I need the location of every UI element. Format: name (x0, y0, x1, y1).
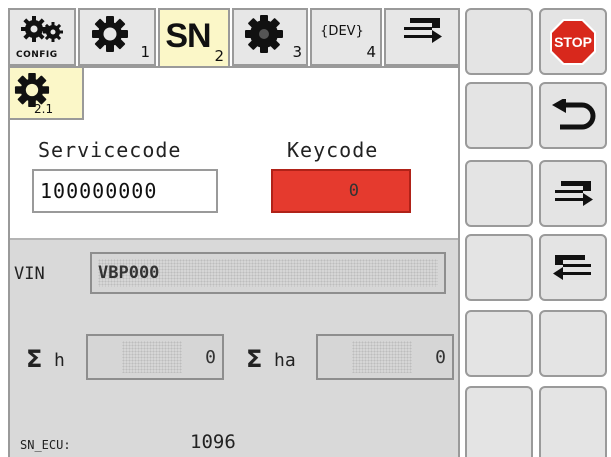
config-label: CONFIG (16, 50, 58, 60)
stop-button[interactable]: STOP (539, 8, 607, 75)
side-button-left-2[interactable] (465, 82, 533, 149)
tab-sn-label: SN (165, 16, 211, 55)
side-button-left-3[interactable] (465, 160, 533, 227)
side-button-left-5[interactable] (465, 310, 533, 377)
sn-ecu-label: SN_ECU: (20, 438, 71, 452)
tab-gear-3[interactable]: 3 (232, 8, 308, 66)
subtab-2-1[interactable]: 2.1 (10, 68, 84, 120)
sum-ha-value: 0 (435, 346, 446, 368)
vin-label: VIN (14, 264, 45, 284)
sum-h-label: h (54, 350, 65, 371)
tab-subscript: 1 (140, 43, 150, 61)
side-button-right-6[interactable] (539, 386, 607, 457)
stop-label: STOP (554, 34, 592, 50)
gear-icon (92, 16, 128, 52)
back-button[interactable] (539, 82, 607, 149)
sum-h-value: 0 (205, 346, 216, 368)
transfer-right-icon (555, 180, 593, 206)
sum-ha-field: 0 (316, 334, 454, 380)
sum-ha-label: ha (274, 350, 296, 371)
side-button-right-5[interactable] (539, 310, 607, 377)
tab-config[interactable]: CONFIG (8, 8, 76, 66)
sigma-icon: Σ (246, 345, 263, 373)
side-button-left-6[interactable] (465, 386, 533, 457)
vin-field: VBP000 (90, 252, 446, 294)
side-button-left-1[interactable] (465, 8, 533, 75)
transfer-arrow-icon (404, 18, 442, 43)
tab-dev[interactable]: {DEV} 4 (310, 8, 382, 66)
main-panel: 2.1 Servicecode 100000000 Keycode 0 VIN … (8, 66, 460, 457)
return-arrow-icon (552, 98, 596, 129)
vin-value: VBP000 (98, 263, 160, 283)
sum-h-field: 0 (86, 334, 224, 380)
config-gears-icon (21, 16, 63, 42)
side-button-left-4[interactable] (465, 234, 533, 301)
tab-subscript: 2 (214, 47, 224, 65)
tab-settings[interactable]: 1 (78, 8, 156, 66)
servicecode-label: Servicecode (38, 138, 182, 162)
tab-subscript: 4 (366, 43, 376, 61)
sn-ecu-value: 1096 (190, 431, 236, 453)
sigma-icon: Σ (26, 345, 43, 373)
tab-dev-label: {DEV} (320, 23, 364, 39)
servicecode-input[interactable]: 100000000 (32, 169, 218, 213)
tab-transfer[interactable] (384, 8, 460, 66)
gear-solid-icon (245, 15, 283, 53)
stop-sign-icon: STOP (550, 18, 596, 65)
subtab-subscript: 2.1 (34, 102, 54, 116)
transfer-left-icon (553, 254, 591, 280)
tab-subscript: 3 (292, 43, 302, 61)
transfer-right-button[interactable] (539, 160, 607, 227)
tab-serial-number[interactable]: SN 2 (158, 8, 230, 68)
machine-info-section: VIN VBP000 Σ h 0 Σ ha 0 SN_ECU: 1096 (10, 238, 458, 457)
transfer-left-button[interactable] (539, 234, 607, 301)
keycode-label: Keycode (287, 138, 379, 162)
keycode-input[interactable]: 0 (271, 169, 411, 213)
